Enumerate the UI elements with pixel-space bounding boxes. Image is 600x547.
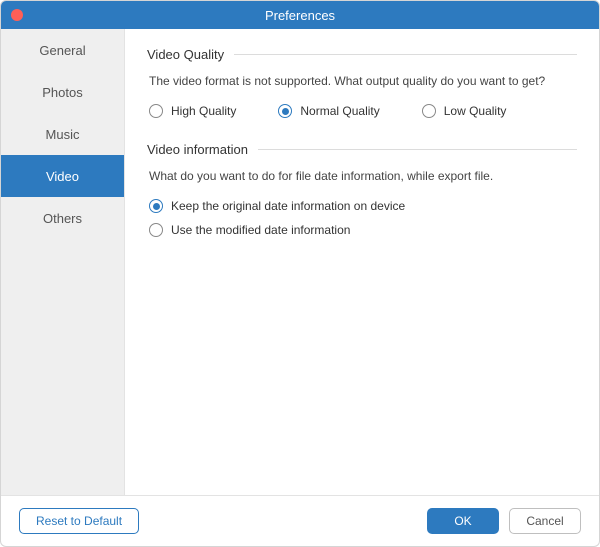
radio-label: Low Quality [444,104,507,118]
radio-keep-original-date[interactable]: Keep the original date information on de… [149,199,577,213]
titlebar: Preferences [1,1,599,29]
section-description: The video format is not supported. What … [149,74,577,88]
radio-icon [149,199,163,213]
sidebar-item-general[interactable]: General [1,29,124,71]
section-video-quality: Video Quality The video format is not su… [147,47,577,118]
sidebar-item-label: Music [46,127,80,142]
section-title: Video information [147,142,248,157]
button-label: Cancel [526,514,563,528]
radio-label: Normal Quality [300,104,379,118]
video-information-options: Keep the original date information on de… [149,199,577,237]
section-title: Video Quality [147,47,224,62]
button-label: OK [454,514,471,528]
button-label: Reset to Default [36,514,122,528]
radio-high-quality[interactable]: High Quality [149,104,236,118]
radio-label: High Quality [171,104,236,118]
radio-icon [422,104,436,118]
sidebar-item-label: Photos [42,85,82,100]
footer-right: OK Cancel [427,508,581,534]
close-window-button[interactable] [11,9,23,21]
sidebar: General Photos Music Video Others [1,29,125,495]
sidebar-item-photos[interactable]: Photos [1,71,124,113]
video-quality-options: High Quality Normal Quality Low Quality [149,104,577,118]
section-divider [234,54,577,55]
sidebar-item-label: General [39,43,85,58]
window-title: Preferences [1,8,599,23]
sidebar-item-label: Others [43,211,82,226]
radio-low-quality[interactable]: Low Quality [422,104,507,118]
section-header: Video Quality [147,47,577,62]
content-pane: Video Quality The video format is not su… [125,29,599,495]
radio-dot-icon [282,108,289,115]
section-description: What do you want to do for file date inf… [149,169,577,183]
ok-button[interactable]: OK [427,508,499,534]
radio-normal-quality[interactable]: Normal Quality [278,104,379,118]
preferences-window: Preferences General Photos Music Video O… [0,0,600,547]
section-header: Video information [147,142,577,157]
radio-dot-icon [153,203,160,210]
radio-use-modified-date[interactable]: Use the modified date information [149,223,577,237]
sidebar-item-others[interactable]: Others [1,197,124,239]
radio-icon [278,104,292,118]
window-body: General Photos Music Video Others Video … [1,29,599,495]
footer: Reset to Default OK Cancel [1,495,599,546]
radio-icon [149,104,163,118]
cancel-button[interactable]: Cancel [509,508,581,534]
radio-label: Use the modified date information [171,223,350,237]
section-video-information: Video information What do you want to do… [147,142,577,237]
sidebar-item-music[interactable]: Music [1,113,124,155]
section-divider [258,149,577,150]
sidebar-item-video[interactable]: Video [1,155,124,197]
radio-label: Keep the original date information on de… [171,199,405,213]
reset-to-default-button[interactable]: Reset to Default [19,508,139,534]
sidebar-item-label: Video [46,169,79,184]
radio-icon [149,223,163,237]
